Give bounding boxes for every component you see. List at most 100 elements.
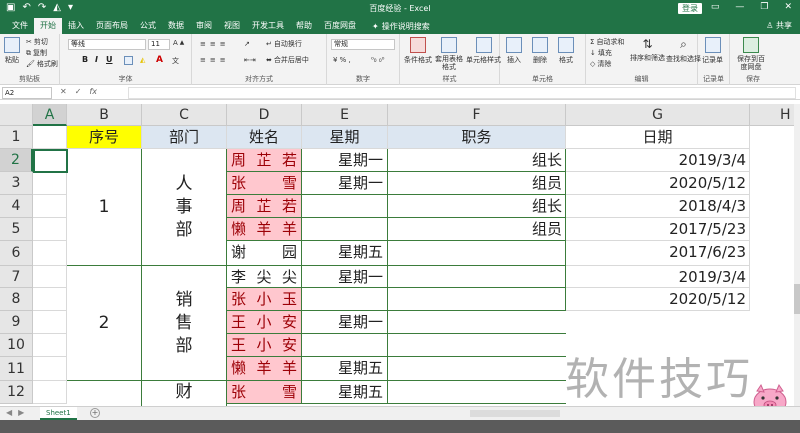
dept-merged-3[interactable]: 财 <box>142 381 227 406</box>
decimal-buttons[interactable]: ⁰₀ ₀⁰ <box>371 56 384 64</box>
scroll-thumb[interactable] <box>794 284 800 314</box>
row-header-9[interactable]: 9 <box>0 311 33 334</box>
header-weekday[interactable]: 星期 <box>302 126 388 149</box>
sheet-tab-sheet1[interactable]: Sheet1 <box>40 407 77 420</box>
fx-icon[interactable]: fx <box>89 87 97 96</box>
cell-a12[interactable] <box>33 381 67 404</box>
weekday-cell[interactable] <box>302 334 388 357</box>
name-cell[interactable]: 谢园 <box>227 241 302 266</box>
save-to-netdisk-button[interactable]: 保存到百度网盘 <box>734 37 768 71</box>
column-header-g[interactable]: G <box>566 104 750 126</box>
row-header-1[interactable]: 1 <box>0 126 33 149</box>
date-cell[interactable]: 2017/6/23 <box>566 241 750 266</box>
name-cell[interactable]: 李尖尖 <box>227 266 302 288</box>
dept-merged-1[interactable]: 人 事 部 <box>142 149 227 266</box>
seq-merged-2[interactable]: 2 <box>67 266 142 381</box>
copy-button[interactable]: ⧉ 复制 <box>26 48 47 58</box>
weekday-cell[interactable]: 星期五 <box>302 241 388 266</box>
tab-home[interactable]: 开始 <box>34 18 62 34</box>
column-header-e[interactable]: E <box>302 104 388 126</box>
cell-a4[interactable] <box>33 195 67 218</box>
row-header-4[interactable]: 4 <box>0 195 33 218</box>
accounting-format-button[interactable]: ¥ % , <box>333 56 351 64</box>
name-cell[interactable]: 张小玉 <box>227 288 302 311</box>
row-header-12[interactable]: 12 <box>0 381 33 404</box>
italic-button[interactable]: I <box>95 55 98 64</box>
name-cell[interactable]: 王小安 <box>227 334 302 357</box>
column-header-a[interactable]: A <box>33 104 67 126</box>
column-header-d[interactable]: D <box>227 104 302 126</box>
name-box[interactable]: A2 <box>2 87 52 99</box>
row-header-7[interactable]: 7 <box>0 266 33 288</box>
tab-baidu-netdisk[interactable]: 百度网盘 <box>318 18 362 34</box>
weekday-cell[interactable]: 星期一 <box>302 172 388 195</box>
date-cell[interactable]: 2019/3/4 <box>566 266 750 288</box>
vertical-scrollbar[interactable] <box>794 104 800 406</box>
tell-me-search[interactable]: ✦ 操作说明搜索 <box>362 21 430 32</box>
tab-page-layout[interactable]: 页面布局 <box>90 18 134 34</box>
minimize-icon[interactable]: — <box>735 2 744 12</box>
column-header-h[interactable]: H <box>750 104 800 126</box>
cell-a5[interactable] <box>33 218 67 241</box>
tab-help[interactable]: 帮助 <box>290 18 318 34</box>
weekday-cell[interactable]: 星期五 <box>302 381 388 404</box>
cell-a9[interactable] <box>33 311 67 334</box>
horizontal-align-buttons[interactable]: ≡≡≡ <box>200 56 230 64</box>
increase-font-button[interactable]: A ▲ <box>173 39 184 47</box>
column-header-b[interactable]: B <box>67 104 142 126</box>
weekday-cell[interactable]: 星期一 <box>302 266 388 288</box>
fill-button[interactable]: ↓ 填充 <box>590 48 612 58</box>
header-position[interactable]: 职务 <box>388 126 566 149</box>
cut-button[interactable]: ✂ 剪切 <box>26 37 48 47</box>
dept-merged-2[interactable]: 销 售 部 <box>142 266 227 381</box>
tab-formulas[interactable]: 公式 <box>134 18 162 34</box>
date-cell[interactable]: 2020/5/12 <box>566 288 750 311</box>
date-cell[interactable]: 2019/3/4 <box>566 149 750 172</box>
name-cell[interactable]: 懒羊羊 <box>227 218 302 241</box>
position-cell[interactable]: 组长 <box>388 195 566 218</box>
ribbon-display-icon[interactable]: ▭ <box>711 2 720 12</box>
close-icon[interactable]: ✕ <box>784 2 792 12</box>
share-button[interactable]: ♙ 共享 <box>766 18 792 34</box>
record-sheet-button[interactable]: 记录单 <box>702 37 723 65</box>
maximize-icon[interactable]: ❐ <box>760 2 768 12</box>
tab-insert[interactable]: 插入 <box>62 18 90 34</box>
format-painter-button[interactable]: 🖌 格式刷 <box>26 59 58 69</box>
tab-review[interactable]: 审阅 <box>190 18 218 34</box>
autosum-button[interactable]: Σ 自动求和 <box>590 37 624 47</box>
tab-view[interactable]: 视图 <box>218 18 246 34</box>
weekday-cell[interactable]: 星期一 <box>302 311 388 334</box>
cell-a7[interactable] <box>33 266 67 288</box>
sort-filter-button[interactable]: ⇅ 排序和筛选 <box>630 37 665 63</box>
cell-styles-button[interactable]: 单元格样式 <box>466 37 501 65</box>
header-seq[interactable]: 序号 <box>67 126 142 149</box>
row-header-5[interactable]: 5 <box>0 218 33 241</box>
select-all-corner[interactable] <box>0 104 33 126</box>
horizontal-scrollbar[interactable] <box>470 410 560 417</box>
weekday-cell[interactable]: 星期五 <box>302 357 388 381</box>
wrap-text-button[interactable]: ↵ 自动换行 <box>266 39 302 49</box>
bold-button[interactable]: B <box>82 55 88 64</box>
merge-center-button[interactable]: ⬌ 合并后居中 <box>266 55 309 65</box>
cancel-icon[interactable]: ✕ <box>60 87 67 96</box>
name-cell[interactable]: 周芷若 <box>227 195 302 218</box>
weekday-cell[interactable] <box>302 218 388 241</box>
enter-icon[interactable]: ✓ <box>75 87 82 96</box>
name-cell[interactable]: 王小安 <box>227 311 302 334</box>
font-size-select[interactable]: 11 <box>148 39 170 50</box>
fill-color-button[interactable]: ◭ <box>140 56 145 64</box>
insert-cells-button[interactable]: 插入 <box>506 37 522 65</box>
underline-button[interactable]: U <box>106 55 113 64</box>
name-cell[interactable]: 懒羊羊 <box>227 357 302 381</box>
format-cells-button[interactable]: 格式 <box>558 37 574 65</box>
paste-button[interactable]: 粘贴 <box>4 37 20 65</box>
seq-merged-3[interactable] <box>67 381 142 406</box>
position-cell[interactable] <box>388 266 566 288</box>
prev-sheet-icon[interactable]: ◀ <box>6 408 12 417</box>
date-cell[interactable]: 2017/5/23 <box>566 218 750 241</box>
header-name[interactable]: 姓名 <box>227 126 302 149</box>
font-name-select[interactable]: 等线 <box>68 39 146 50</box>
position-cell[interactable] <box>388 241 566 266</box>
tab-developer[interactable]: 开发工具 <box>246 18 290 34</box>
column-header-c[interactable]: C <box>142 104 227 126</box>
